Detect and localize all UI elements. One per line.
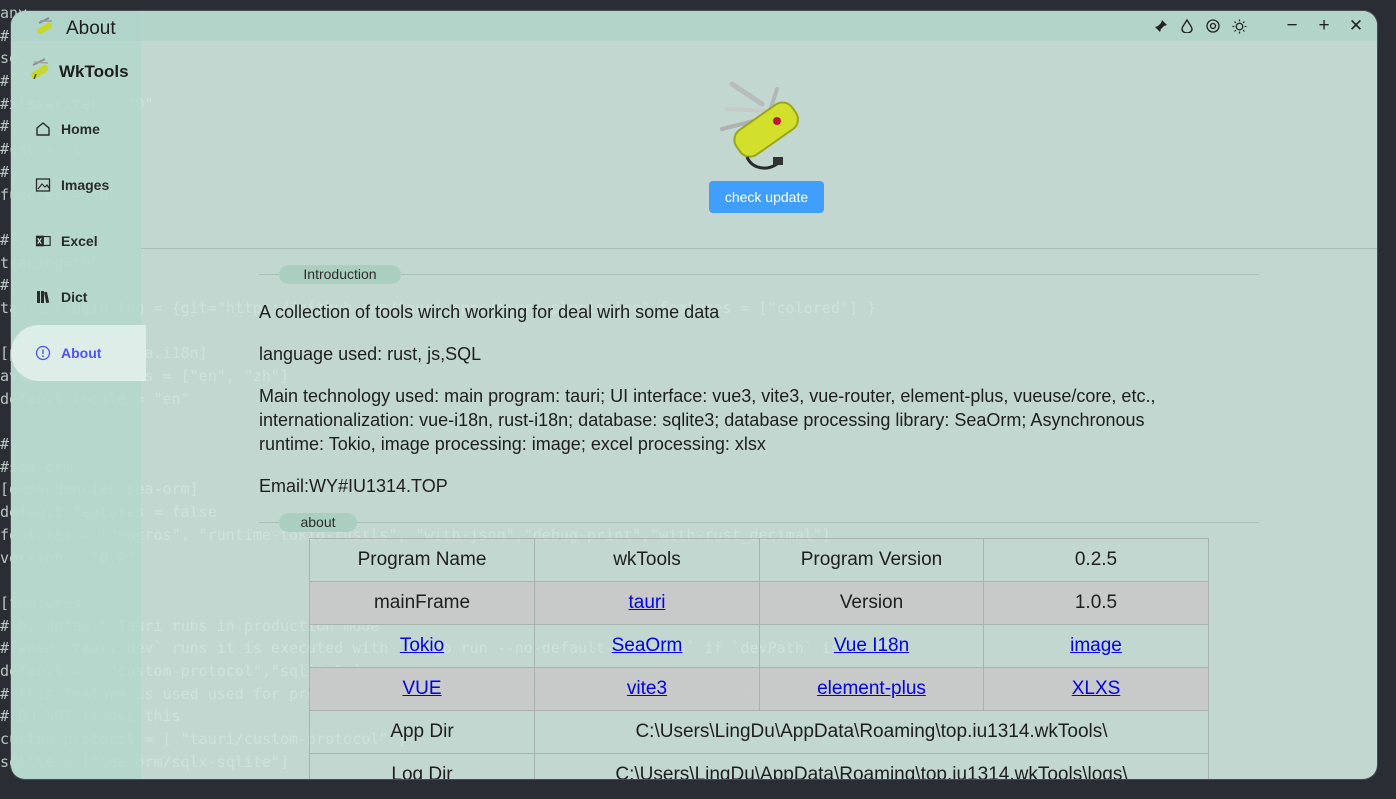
element-plus-link[interactable]: element-plus [817,678,926,699]
intro-line: A collection of tools wirch working for … [259,302,720,322]
intro-divider-label: Introduction [279,265,401,284]
table-cell: App Dir [309,710,535,754]
seaorm-link[interactable]: SeaOrm [612,635,683,656]
sidebar-item-images[interactable]: Images [11,157,141,213]
pin-icon[interactable] [1153,17,1169,35]
intro-line: language used: rust, js,SQL [259,344,482,364]
intro-line: runtime: Tokio, image processing: image;… [259,434,766,454]
separator [141,248,1377,249]
vite3-link[interactable]: vite3 [627,678,667,699]
image-icon [35,177,51,193]
table-row: Tokio SeaOrm Vue I18n image [309,624,1209,668]
table-cell: Program Name [309,538,535,582]
brand-logo-icon [27,56,53,87]
sidebar-item-label: Excel [61,233,98,249]
table-cell: image [983,624,1209,668]
table-cell: Vue I18n [759,624,984,668]
about-table: Program Name wkTools Program Version 0.2… [309,538,1209,779]
app-window: About − + ✕ WkTools Home Images Excel Di… [11,11,1377,779]
window-title: About [34,15,116,43]
table-cell: VUE [309,667,535,711]
sidebar-item-label: Home [61,121,100,137]
intro-divider-line [259,274,1259,275]
intro-line: Main technology used: main program: taur… [259,386,1156,406]
tokio-link[interactable]: Tokio [400,635,444,656]
table-row: App Dir C:\Users\LingDu\AppData\Roaming\… [309,710,1209,754]
vue-i18n-link[interactable]: Vue I18n [834,635,909,656]
table-cell: 0.2.5 [983,538,1209,582]
table-cell: vite3 [534,667,760,711]
check-update-button[interactable]: check update [709,181,824,213]
table-cell: mainFrame [309,581,535,625]
sidebar-item-excel[interactable]: Excel [11,213,141,269]
minimize-button[interactable]: − [1281,15,1303,36]
about-divider-label: about [279,513,357,532]
dict-icon [35,289,51,305]
table-cell: tauri [534,581,760,625]
sidebar-item-about[interactable]: About [11,325,146,381]
table-row: VUE vite3 element-plus XLXS [309,667,1209,711]
maximize-button[interactable]: + [1313,15,1335,36]
tauri-link[interactable]: tauri [629,592,666,613]
table-row: mainFrame tauri Version 1.0.5 [309,581,1209,625]
table-cell: 1.0.5 [983,581,1209,625]
window-controls: − + ✕ [1153,15,1367,36]
log-dir-value: C:\Users\LingDu\AppData\Roaming\top.iu13… [534,753,1209,779]
close-button[interactable]: ✕ [1345,16,1367,36]
drop-icon[interactable] [1179,17,1195,35]
table-row: Log Dir C:\Users\LingDu\AppData\Roaming\… [309,753,1209,779]
brand: WkTools [27,56,129,87]
excel-icon [35,233,51,249]
sun-icon[interactable] [1231,17,1247,35]
vue-link[interactable]: VUE [402,678,441,699]
sidebar-item-label: Images [61,177,110,193]
app-dir-value: C:\Users\LingDu\AppData\Roaming\top.iu13… [534,710,1209,754]
title-bar[interactable]: About − + ✕ [11,11,1377,41]
table-row: Program Name wkTools Program Version 0.2… [309,538,1209,582]
table-cell: Tokio [309,624,535,668]
sidebar-nav: Home Images Excel Dict About [11,101,146,381]
home-icon [35,121,51,137]
app-logo-icon [34,15,56,43]
table-cell: wkTools [534,538,760,582]
xlxs-link[interactable]: XLXS [1072,678,1121,699]
info-icon [35,345,51,361]
table-cell: Program Version [759,538,984,582]
table-cell: Version [759,581,984,625]
about-page: check update Introduction A collection o… [141,41,1377,779]
table-cell: XLXS [983,667,1209,711]
image-link[interactable]: image [1070,635,1122,656]
sidebar-item-label: About [61,345,102,361]
email-line: Email:WY#IU1314.TOP [259,476,448,496]
brand-name: WkTools [59,61,129,81]
window-title-text: About [66,18,116,39]
target-icon[interactable] [1205,17,1221,35]
sidebar-item-home[interactable]: Home [11,101,141,157]
table-cell: Log Dir [309,753,535,779]
table-cell: element-plus [759,667,984,711]
sidebar-item-label: Dict [61,289,88,305]
about-divider-line [259,522,1259,523]
app-logo-large [707,69,807,179]
table-cell: SeaOrm [534,624,760,668]
intro-line: internationalization: vue-i18n, rust-i18… [259,410,1145,430]
sidebar-item-dict[interactable]: Dict [11,269,141,325]
